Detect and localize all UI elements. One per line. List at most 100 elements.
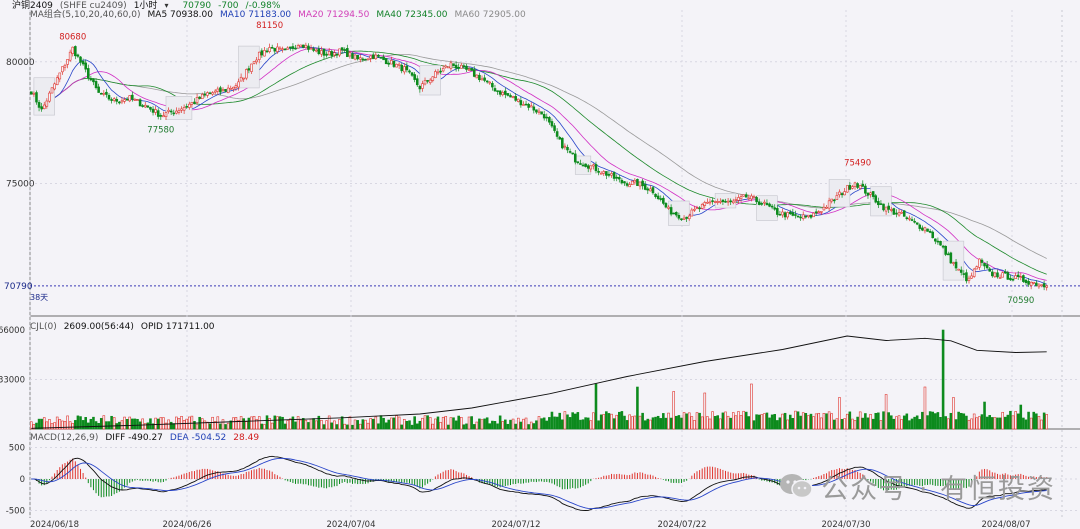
candle-body [542, 114, 546, 119]
candlestick-chart[interactable]: 80000 75000 7079038天 66000 33000 500 0 -500 806… [0, 0, 1080, 529]
candle-body [307, 45, 310, 50]
volume-bar [219, 423, 222, 430]
candle-body [988, 268, 992, 272]
volume-bar [729, 417, 732, 430]
candle-body [283, 48, 287, 51]
volume-bar [413, 416, 416, 430]
volume-bar [289, 418, 292, 430]
candle-body [200, 94, 204, 100]
volume-bar [845, 413, 849, 430]
volume-bar [172, 423, 176, 430]
volume-bar [672, 391, 675, 430]
candle-body [877, 201, 880, 206]
candle-body [133, 98, 137, 101]
candle-body [654, 193, 657, 197]
candle-body [1001, 272, 1004, 278]
volume-bar [747, 416, 751, 430]
candle-body [146, 105, 150, 108]
volume-bar [669, 417, 673, 430]
candle-body [944, 245, 947, 255]
price-annotation: 75490 [844, 159, 871, 169]
candle-body [97, 86, 100, 93]
candle-body [498, 90, 502, 95]
days-label: 38天 [30, 293, 48, 302]
candle-body [864, 185, 867, 194]
candle-body [229, 87, 233, 90]
volume-bar [996, 417, 999, 430]
volume-label[interactable]: CJL(0) [30, 322, 57, 332]
ma40-value: MA40 72345.00 [376, 10, 448, 20]
candle-body [263, 50, 266, 57]
volume-bar [884, 394, 888, 430]
volume-bar [265, 415, 269, 430]
price-annotation: 77580 [147, 126, 174, 136]
volume-bar [991, 417, 994, 430]
candle-body [48, 92, 51, 102]
candle-body [540, 111, 543, 115]
volume-bar [848, 411, 852, 430]
volume-bar [579, 419, 582, 430]
candle-body [698, 207, 701, 210]
candle-body [485, 80, 489, 83]
candle-body [729, 200, 732, 203]
volume-bar [195, 423, 199, 430]
candle-body [164, 112, 168, 117]
volume-bar [1035, 413, 1038, 430]
volume-bar [42, 417, 46, 430]
volume-bar [908, 420, 911, 430]
candle-body [504, 90, 507, 95]
candle-body [50, 87, 54, 94]
volume-bar [610, 413, 613, 430]
candle-body [110, 99, 113, 101]
candle-body [511, 96, 515, 98]
candle-body [669, 207, 673, 215]
volume-bar [128, 416, 132, 430]
candle-body [449, 62, 453, 69]
volume-bar [418, 420, 422, 430]
ma-combo-label[interactable]: MA组合(5,10,20,40,60,0) [30, 10, 141, 20]
candle-body [61, 66, 64, 73]
candle-body [599, 172, 603, 175]
volume-bar [659, 418, 663, 430]
candle-body [949, 252, 953, 264]
volume-bar [330, 422, 334, 430]
macd-info-bar: MACD(12,26,9) DIFF -490.27 DEA -504.52 28.4… [30, 432, 266, 444]
candle-body [662, 197, 665, 204]
volume-bar [654, 416, 657, 430]
candle-body [493, 88, 497, 92]
volume-bar [957, 411, 960, 430]
ma40-line [31, 50, 1047, 275]
candle-body [309, 47, 313, 50]
candle-body [322, 48, 326, 56]
volume-bar [377, 423, 380, 430]
macd-tick-label: -500 [6, 506, 25, 516]
candle-body [346, 48, 349, 58]
macd-label[interactable]: MACD(12,26,9) [30, 433, 98, 443]
volume-bar [112, 417, 116, 430]
volume-bar [309, 418, 313, 430]
volume-bar [457, 415, 460, 430]
candle-body [739, 196, 743, 200]
candle-body [610, 173, 613, 176]
candle-body [765, 202, 769, 206]
watermark-text: 公众号 · 有恒投资 [821, 473, 1056, 505]
volume-bar [488, 423, 492, 430]
volume-bar [931, 411, 935, 430]
candle-body [773, 207, 777, 210]
candle-body [768, 203, 771, 207]
candle-body [177, 110, 181, 113]
ma10-value: MA10 71183.00 [219, 10, 292, 20]
volume-bar [291, 416, 295, 430]
candle-body [967, 277, 971, 281]
volume-bar [573, 413, 577, 430]
candle-body [708, 201, 712, 204]
volume-bar [498, 415, 502, 430]
candle-body [374, 54, 378, 60]
candle-body [856, 183, 859, 188]
candle-body [1024, 279, 1028, 284]
volume-bar [511, 418, 515, 430]
candle-body [296, 45, 300, 49]
volume-bar [405, 420, 409, 430]
macd-tick-label: 0 [20, 475, 25, 485]
volume-bar [680, 417, 683, 430]
